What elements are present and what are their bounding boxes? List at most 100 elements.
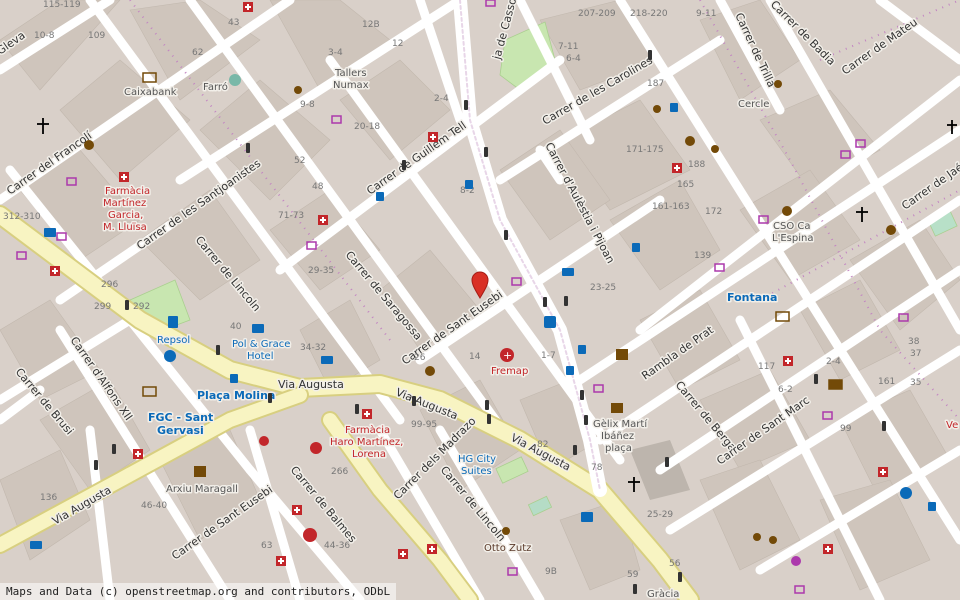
poi-label-otto-zutz: Otto Zutz — [484, 543, 531, 554]
place-label-farro: Farró — [203, 81, 228, 93]
car-icon — [900, 487, 912, 499]
svg-text:136: 136 — [40, 493, 57, 503]
pharmacy-icon — [672, 163, 682, 173]
poi-label-caixabank: Caixabank — [124, 87, 177, 98]
svg-text:46-40: 46-40 — [141, 501, 167, 511]
poi-label-tallers-2: Numax — [333, 80, 369, 91]
pharmacy-icon — [50, 266, 60, 276]
fuel-icon — [168, 316, 178, 328]
hospital-icon — [310, 442, 322, 454]
svg-text:34-32: 34-32 — [300, 343, 326, 353]
poi-label-farmacia-2: Martínez — [103, 197, 146, 209]
svg-text:25-29: 25-29 — [647, 510, 673, 520]
svg-text:63: 63 — [261, 541, 272, 551]
svg-text:207-209: 207-209 — [578, 9, 616, 19]
community-icon — [685, 136, 695, 146]
music-icon — [502, 527, 510, 535]
poi-label-gelix-2: Ibáñez — [601, 430, 634, 442]
place-label-placa-molina: Plaça Molina — [197, 389, 275, 402]
poi-label-tallers-1: Tallers — [334, 68, 367, 79]
garden-icon — [229, 74, 241, 86]
bus-stop-icon — [376, 192, 384, 201]
svg-text:312-310: 312-310 — [3, 212, 41, 222]
svg-text:296: 296 — [101, 280, 118, 290]
svg-text:292: 292 — [133, 302, 150, 312]
place-label-fontana: Fontana — [727, 291, 777, 304]
svg-text:71-73: 71-73 — [278, 211, 304, 221]
cafe-icon — [294, 86, 302, 94]
pharmacy-icon — [878, 467, 888, 477]
pharmacy-icon — [119, 172, 129, 182]
map-canvas[interactable]: Gleva Carrer del Francolí Carrer de les … — [0, 0, 960, 600]
community-icon — [782, 206, 792, 216]
monument-icon — [611, 403, 623, 413]
svg-text:1-7: 1-7 — [541, 351, 556, 361]
svg-text:43: 43 — [228, 18, 239, 28]
svg-text:12B: 12B — [362, 20, 380, 30]
svg-text:2-4: 2-4 — [434, 94, 449, 104]
svg-text:35: 35 — [910, 378, 921, 388]
pharmacy-icon — [318, 215, 328, 225]
cafe-icon — [769, 536, 777, 544]
pharmacy-icon — [428, 132, 438, 142]
car-icon — [164, 350, 176, 362]
svg-text:3-4: 3-4 — [328, 48, 343, 58]
pharmacy-icon — [276, 556, 286, 566]
poi-label-haro-1: Farmàcia — [345, 424, 390, 436]
svg-text:10-8: 10-8 — [34, 31, 55, 41]
marketplace-icon — [791, 556, 801, 566]
svg-text:9B: 9B — [545, 567, 557, 577]
tram-icon — [581, 512, 593, 522]
post-icon — [828, 379, 843, 390]
place-label-fgc-2: Gervasi — [157, 424, 204, 437]
svg-text:59: 59 — [627, 570, 639, 580]
bus-stop-icon — [578, 345, 586, 354]
map-viewport[interactable]: Gleva Carrer del Francolí Carrer de les … — [0, 0, 960, 600]
cafe-icon — [774, 80, 782, 88]
poi-label-farmacia-3: Garcia, — [108, 210, 143, 221]
poi-label-ve: Ve — [946, 420, 958, 431]
poi-label-farmacia-4: M. Lluïsa — [103, 222, 147, 233]
place-label-fgc-1: FGC - Sant — [148, 411, 213, 424]
poi-label-cso-1: CSO Ca — [773, 221, 811, 232]
street-label-via-augusta-1: Via Augusta — [278, 378, 344, 391]
svg-text:299: 299 — [94, 302, 111, 312]
svg-text:9-8: 9-8 — [300, 100, 315, 110]
svg-text:48: 48 — [312, 182, 324, 192]
hotel-icon — [252, 324, 264, 333]
svg-text:165: 165 — [677, 180, 694, 190]
poi-label-arxiu-maragall: Arxiu Maragall — [166, 484, 238, 495]
svg-text:139: 139 — [694, 251, 711, 261]
svg-text:6-4: 6-4 — [566, 54, 581, 64]
bus-stop-icon — [465, 180, 473, 189]
svg-text:171-175: 171-175 — [626, 145, 664, 155]
svg-text:172: 172 — [705, 207, 722, 217]
bus-stop-icon — [670, 103, 678, 112]
pharmacy-icon — [243, 2, 253, 12]
community-icon — [425, 366, 435, 376]
svg-text:161: 161 — [878, 377, 895, 387]
svg-text:218-220: 218-220 — [630, 9, 668, 19]
svg-text:26: 26 — [414, 353, 426, 363]
svg-text:44-36: 44-36 — [324, 541, 350, 551]
poi-label-haro-3: Lorena — [352, 449, 386, 460]
poi-label-haro-2: Haro Martínez, — [330, 436, 403, 448]
svg-text:115-119: 115-119 — [43, 0, 81, 10]
svg-text:23-25: 23-25 — [590, 283, 616, 293]
cafe-icon — [653, 105, 661, 113]
pharmacy-icon — [783, 356, 793, 366]
poi-label-repsol: Repsol — [157, 335, 190, 346]
poi-label-pol-grace-1: Pol & Grace — [232, 339, 290, 350]
hotel-icon — [30, 541, 42, 549]
svg-text:109: 109 — [88, 31, 105, 41]
svg-text:99-95: 99-95 — [411, 420, 437, 430]
pharmacy-icon — [133, 449, 143, 459]
hotel-icon — [562, 268, 574, 276]
poi-label-gelix-3: plaça — [605, 443, 632, 454]
hospital-cross: + — [503, 349, 512, 362]
pharmacy-icon — [427, 544, 437, 554]
svg-text:40: 40 — [230, 322, 242, 332]
svg-text:52: 52 — [294, 156, 305, 166]
place-label-gracia: Gràcia — [647, 588, 679, 600]
svg-text:7-11: 7-11 — [558, 42, 578, 52]
